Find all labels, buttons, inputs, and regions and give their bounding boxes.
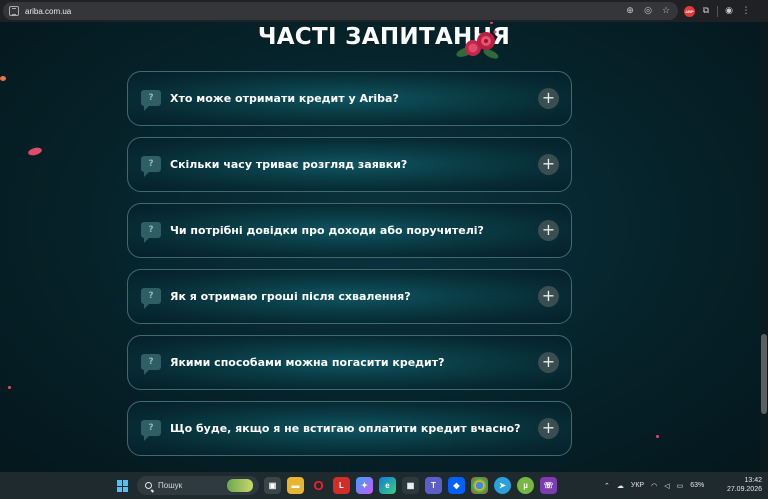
faq-item[interactable]: ? Якими способами можна погасити кредит?… — [127, 335, 572, 390]
page-content: ЧАСТІ ЗАПИТАННЯ ? Хто може отримати кред… — [0, 22, 768, 472]
telegram-icon[interactable]: ➤ — [494, 477, 511, 494]
dot-decoration — [8, 386, 11, 389]
expand-button[interactable]: + — [538, 286, 559, 307]
question-icon: ? — [141, 156, 161, 177]
extension-bar: ABP ⧉ ◉ ⋮ — [684, 0, 752, 22]
clock-date: 27.09.2026 — [726, 486, 762, 493]
taskbar-apps: ▣ ▬ O L ✦ e ▦ T ◆ ➤ µ ☏ — [264, 477, 557, 495]
page-title: ЧАСТІ ЗАПИТАННЯ — [257, 24, 511, 50]
expand-button[interactable]: + — [538, 88, 559, 109]
search-highlight-image — [227, 479, 253, 492]
taskbar-search[interactable]: Пошук — [137, 476, 259, 495]
battery-percent: 63% — [690, 482, 705, 489]
scrollbar[interactable] — [760, 22, 768, 472]
chevron-up-icon[interactable]: ⌃ — [604, 482, 610, 490]
faq-question[interactable]: Що буде, якщо я не встигаю оплатити кред… — [170, 402, 521, 455]
faq-question[interactable]: Якими способами можна погасити кредит? — [170, 336, 445, 389]
scrollbar-thumb[interactable] — [761, 334, 767, 414]
extensions-icon[interactable]: ⧉ — [700, 6, 712, 16]
clock[interactable]: 13:42 27.09.2026 — [727, 476, 762, 494]
dropbox-icon[interactable]: ◆ — [448, 477, 465, 494]
question-icon: ? — [141, 420, 161, 441]
system-tray: ⌃ ☁ УКР ◠ ◁ ▭ 63% — [604, 472, 704, 499]
adblock-icon[interactable]: ABP — [684, 5, 695, 17]
faq-item[interactable]: ? Що буде, якщо я не встигаю оплатити кр… — [127, 401, 572, 456]
clock-time: 13:42 — [744, 477, 762, 484]
taskbar: Пошук ▣ ▬ O L ✦ e ▦ T ◆ ➤ µ ☏ ⌃ ☁ УКР ◠ … — [0, 472, 768, 499]
language-indicator[interactable]: УКР — [631, 482, 644, 489]
expand-button[interactable]: + — [538, 220, 559, 241]
edge-icon[interactable]: e — [379, 477, 396, 494]
teams-icon[interactable]: T — [425, 477, 442, 494]
toolbar-divider — [717, 5, 718, 17]
faq-question[interactable]: Хто може отримати кредит у Ariba? — [170, 72, 399, 125]
profile-icon[interactable]: ◉ — [723, 6, 735, 16]
expand-button[interactable]: + — [538, 418, 559, 439]
viber-icon[interactable]: ☏ — [540, 477, 557, 494]
copilot-icon[interactable]: ✦ — [356, 477, 373, 494]
dot-decoration — [656, 435, 659, 438]
address-bar[interactable]: ariba.com.ua ⊕ ◎ ☆ — [3, 2, 678, 20]
utorrent-icon[interactable]: µ — [517, 477, 534, 494]
task-view-icon[interactable]: ▣ — [264, 477, 281, 494]
roses-icon — [456, 30, 499, 59]
windows-start-icon[interactable] — [117, 480, 129, 492]
url-text[interactable]: ariba.com.ua — [25, 7, 71, 16]
question-icon: ? — [141, 90, 161, 111]
faq-item[interactable]: ? Скільки часу триває розгляд заявки? + — [127, 137, 572, 192]
expand-button[interactable]: + — [538, 154, 559, 175]
faq-item[interactable]: ? Чи потрібні довідки про доходи або пор… — [127, 203, 572, 258]
battery-icon[interactable]: ▭ — [677, 482, 684, 490]
address-bar-actions: ⊕ ◎ ☆ — [624, 2, 672, 20]
search-placeholder: Пошук — [158, 481, 183, 490]
faq-question[interactable]: Як я отримаю гроші після схвалення? — [170, 270, 411, 323]
chrome-icon[interactable] — [471, 477, 488, 494]
lastpass-icon[interactable]: L — [333, 477, 350, 494]
menu-icon[interactable]: ⋮ — [740, 6, 752, 16]
question-icon: ? — [141, 354, 161, 375]
wifi-icon[interactable]: ◠ — [651, 482, 657, 490]
store-icon[interactable]: ▦ — [402, 477, 419, 494]
faq-question[interactable]: Чи потрібні довідки про доходи або поруч… — [170, 204, 484, 257]
browser-toolbar: ariba.com.ua ⊕ ◎ ☆ ABP ⧉ ◉ ⋮ — [0, 0, 768, 22]
file-explorer-icon[interactable]: ▬ — [287, 477, 304, 494]
site-info-icon[interactable] — [9, 6, 19, 16]
faq-item[interactable]: ? Як я отримаю гроші після схвалення? + — [127, 269, 572, 324]
eye-off-icon[interactable]: ◎ — [642, 6, 654, 16]
search-icon — [145, 482, 152, 489]
zoom-icon[interactable]: ⊕ — [624, 6, 636, 16]
expand-button[interactable]: + — [538, 352, 559, 373]
volume-icon[interactable]: ◁ — [664, 482, 669, 490]
petal-decoration — [0, 76, 6, 81]
question-icon: ? — [141, 222, 161, 243]
opera-icon[interactable]: O — [310, 477, 327, 494]
faq-item[interactable]: ? Хто може отримати кредит у Ariba? + — [127, 71, 572, 126]
cloud-icon[interactable]: ☁ — [617, 482, 624, 490]
question-icon: ? — [141, 288, 161, 309]
faq-question[interactable]: Скільки часу триває розгляд заявки? — [170, 138, 407, 191]
star-icon[interactable]: ☆ — [660, 6, 672, 16]
petal-decoration — [27, 146, 43, 157]
